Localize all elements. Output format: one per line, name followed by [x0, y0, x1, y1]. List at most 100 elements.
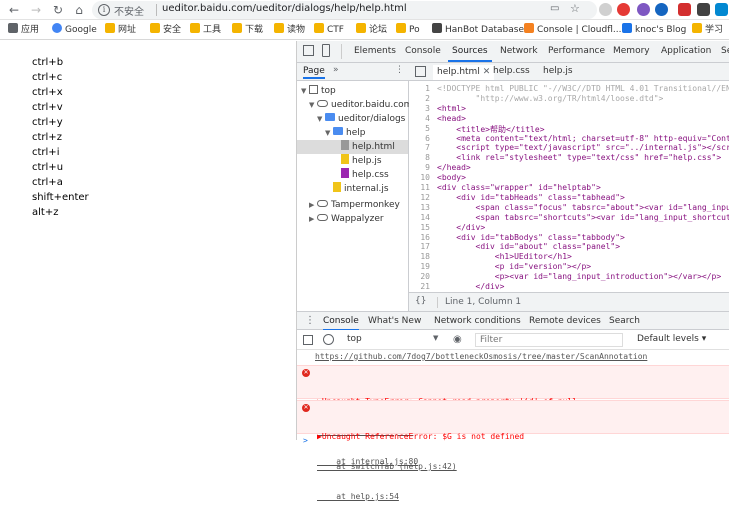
code-line[interactable]: <h1>UEditor</h1>	[437, 252, 572, 261]
url-text[interactable]: ueditor.baidu.com/ueditor/dialogs/help/h…	[162, 3, 407, 14]
line-number[interactable]: 18	[420, 252, 430, 261]
line-number[interactable]: 16	[420, 233, 430, 242]
tree-item-file[interactable]: help.js	[341, 154, 382, 168]
inspect-icon[interactable]	[303, 45, 314, 56]
code-line[interactable]: <div id="tabBodys" class="tabbody">	[437, 233, 625, 242]
drawer-tab-remote-devices[interactable]: Remote devices	[529, 316, 601, 326]
tab-console[interactable]: Console	[405, 46, 441, 56]
line-number[interactable]: 12	[420, 193, 430, 202]
reload-icon[interactable]: ↻	[50, 2, 66, 18]
line-number[interactable]: 7	[425, 143, 430, 152]
bookmark-item[interactable]: 学习	[692, 23, 723, 37]
console-prompt[interactable]: >	[297, 436, 729, 446]
collapse-icon[interactable]: ▶	[309, 212, 317, 226]
line-number[interactable]: 15	[420, 223, 430, 232]
tab-application[interactable]: Application	[661, 46, 711, 56]
line-number[interactable]: 20	[420, 272, 430, 281]
expand-icon[interactable]: ▼	[309, 98, 317, 112]
drawer-tab-network-conditions[interactable]: Network conditions	[434, 316, 521, 326]
bookmark-item[interactable]: 下载	[232, 23, 263, 37]
line-number[interactable]: 3	[425, 104, 430, 113]
code-line[interactable]: </div>	[437, 282, 505, 291]
code-line[interactable]: <meta content="text/html; charset=utf-8"…	[437, 134, 729, 143]
line-number[interactable]: 9	[425, 163, 430, 172]
code-line[interactable]: <body>	[437, 173, 466, 182]
bookmark-item[interactable]: 网址	[105, 23, 136, 37]
pretty-print-icon[interactable]: {}	[415, 296, 426, 306]
more-tabs-icon[interactable]: »	[333, 65, 339, 75]
code-line[interactable]: <html>	[437, 104, 466, 113]
sidebar-toggle-icon[interactable]	[303, 335, 313, 345]
clear-console-icon[interactable]	[323, 334, 334, 345]
code-line[interactable]: </head>	[437, 163, 471, 172]
forward-icon[interactable]: →	[28, 2, 44, 18]
bookmark-item[interactable]: 论坛	[356, 23, 387, 37]
extension-icon[interactable]	[637, 3, 650, 16]
editor-tab-active[interactable]: help.html ✕	[433, 65, 495, 80]
context-selector[interactable]: top	[347, 334, 362, 344]
bookmark-item[interactable]: HanBot Database	[432, 23, 524, 37]
extension-icon[interactable]	[715, 3, 728, 16]
line-number[interactable]: 11	[420, 183, 430, 192]
expand-icon[interactable]: ▼	[317, 112, 325, 126]
bookmark-item[interactable]: 安全	[150, 23, 181, 37]
expand-icon[interactable]: ▼	[325, 126, 333, 140]
back-icon[interactable]: ←	[6, 2, 22, 18]
omnibox[interactable]: i 不安全 ueditor.baidu.com/ueditor/dialogs/…	[92, 1, 597, 19]
toggle-navigator-icon[interactable]	[415, 66, 426, 77]
close-icon[interactable]: ✕	[483, 67, 491, 77]
tab-performance[interactable]: Performance	[548, 46, 605, 56]
code-line[interactable]: <p id="version"></p>	[437, 262, 591, 271]
line-number[interactable]: 6	[425, 134, 430, 143]
menu-dots-icon[interactable]: ⋮	[395, 65, 404, 75]
tree-item-extension[interactable]: ▶ Wappalyzer	[309, 212, 384, 226]
editor-tab[interactable]: help.js	[543, 66, 573, 76]
code-line[interactable]: <div id="about" class="panel">	[437, 242, 621, 251]
device-toggle-icon[interactable]	[322, 44, 330, 57]
line-number[interactable]: 17	[420, 242, 430, 251]
home-icon[interactable]: ⌂	[71, 2, 87, 18]
code-line[interactable]: <span tabsrc="shortcuts"><var id="lang_i…	[437, 213, 729, 222]
drawer-tab-search[interactable]: Search	[609, 316, 640, 326]
editor-tab[interactable]: help.css	[493, 66, 530, 76]
tree-item-extension[interactable]: ▶ Tampermonkey	[309, 198, 400, 212]
line-number[interactable]: 1	[425, 84, 430, 93]
tree-item-file[interactable]: internal.js	[333, 182, 389, 196]
tree-item-folder[interactable]: ▼ help	[325, 126, 365, 140]
tab-memory[interactable]: Memory	[613, 46, 650, 56]
console-log-link[interactable]: https://github.com/7dog7/bottleneckOsmos…	[297, 352, 729, 364]
tab-sources[interactable]: Sources	[448, 46, 492, 62]
line-number[interactable]: 2	[425, 94, 430, 103]
bookmark-item[interactable]: Google	[52, 23, 97, 37]
extension-icon[interactable]	[678, 3, 691, 16]
tree-item-file-selected[interactable]: help.html	[297, 140, 408, 154]
code-line[interactable]: "http://www.w3.org/TR/html4/loose.dtd">	[437, 94, 664, 103]
code-line[interactable]: <link rel="stylesheet" type="text/css" h…	[437, 153, 721, 162]
code-line[interactable]: <script type="text/javascript" src="../i…	[437, 143, 729, 152]
line-number[interactable]: 14	[420, 213, 430, 222]
code-line[interactable]: </div>	[437, 223, 485, 232]
security-label[interactable]: 不安全	[114, 3, 144, 18]
extension-icon[interactable]	[697, 3, 710, 16]
expand-icon[interactable]: ▼	[301, 84, 309, 98]
filter-input[interactable]	[475, 333, 623, 347]
code-line[interactable]: <head>	[437, 114, 466, 123]
stack-frame-link[interactable]: at switchTab (help.js:42)	[317, 462, 729, 472]
drawer-tab-whats-new[interactable]: What's New	[368, 316, 421, 326]
tree-item-top[interactable]: ▼ top	[301, 84, 336, 98]
chevron-down-icon[interactable]: ▼	[433, 334, 438, 342]
bookmark-item[interactable]: 读物	[274, 23, 305, 37]
line-number[interactable]: 10	[420, 173, 430, 182]
bookmark-item[interactable]: knoc's Blog	[622, 23, 686, 37]
drawer-tab-console[interactable]: Console	[323, 316, 359, 331]
stack-frame-link[interactable]: at help.js:54	[317, 492, 729, 502]
bookmark-item[interactable]: Po	[396, 23, 420, 37]
console-error[interactable]: ✕ ▶Uncaught TypeError: Cannot read prope…	[297, 365, 729, 466]
tab-page[interactable]: Page	[303, 66, 325, 79]
cast-icon[interactable]: ▭	[550, 3, 559, 14]
adblock-icon[interactable]	[617, 3, 630, 16]
tab-overflow[interactable]: Se	[721, 46, 729, 56]
tab-elements[interactable]: Elements	[354, 46, 396, 56]
eye-icon[interactable]: ◉	[453, 334, 462, 345]
code-line[interactable]: <!DOCTYPE html PUBLIC "-//W3C//DTD HTML …	[437, 84, 729, 93]
